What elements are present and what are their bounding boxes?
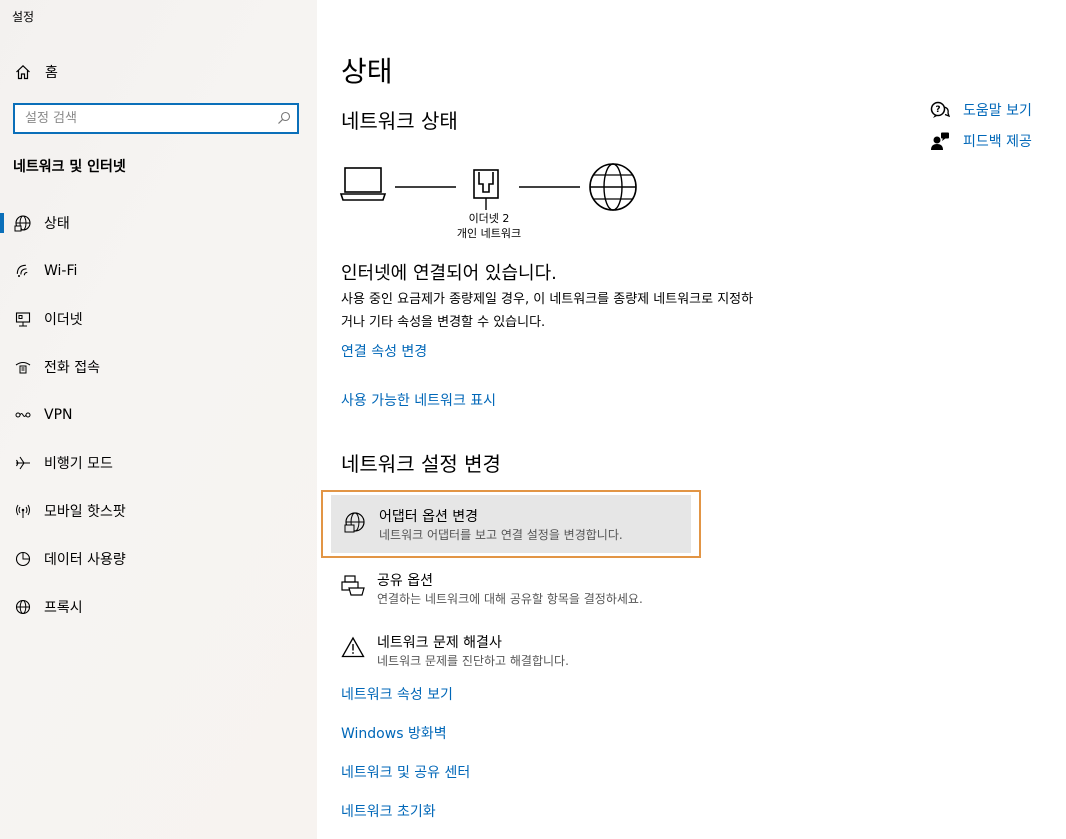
sidebar-item-airplane[interactable]: 비행기 모드 — [0, 445, 317, 481]
section-title: 네트워크 및 인터넷 — [13, 159, 126, 175]
network-reset-link[interactable]: 네트워크 초기화 — [341, 801, 436, 821]
adapter-name: 이더넷 2 — [468, 212, 510, 225]
sidebar-item-label: 데이터 사용량 — [44, 552, 126, 568]
ethernet-icon — [12, 311, 34, 327]
home-icon — [16, 64, 30, 80]
feedback-link[interactable]: 피드백 제공 — [929, 131, 1032, 151]
network-type: 개인 네트워크 — [456, 227, 522, 240]
adapter-options-inner: 어댑터 옵션 변경 네트워크 어댑터를 보고 연결 설정을 변경합니다. — [331, 495, 691, 553]
sidebar-item-proxy[interactable]: 프록시 — [0, 589, 317, 625]
feedback-person-icon — [929, 132, 951, 150]
feedback-link-label: 피드백 제공 — [963, 134, 1032, 150]
metered-description: 사용 중인 요금제가 종량제일 경우, 이 네트워크를 종량제 네트워크로 지정… — [341, 292, 754, 330]
windows-firewall-link[interactable]: Windows 방화벽 — [341, 723, 447, 743]
search-icon[interactable] — [277, 111, 291, 125]
warning-icon — [339, 636, 367, 658]
option-subtitle: 네트워크 어댑터를 보고 연결 설정을 변경합니다. — [379, 528, 623, 542]
change-connection-properties-link[interactable]: 연결 속성 변경 — [341, 341, 427, 361]
page-title: 상태 — [341, 55, 393, 88]
home-label: 홈 — [45, 65, 58, 81]
vpn-icon — [12, 407, 34, 423]
adapter-globe-icon — [341, 511, 369, 533]
home-nav[interactable]: 홈 — [15, 62, 58, 82]
dialup-icon — [12, 359, 34, 375]
globe-status-icon — [12, 214, 34, 232]
help-link-label: 도움말 보기 — [963, 103, 1032, 119]
wifi-icon — [12, 263, 34, 279]
sidebar-item-label: VPN — [44, 407, 73, 423]
main-content: 상태 네트워크 상태 이더넷 2 개인 네트워크 인터넷에 연결되어 있습니다.… — [317, 0, 1066, 839]
sidebar-item-label: 전화 접속 — [44, 360, 100, 376]
sidebar-item-vpn[interactable]: VPN — [0, 397, 317, 433]
adapter-options-button[interactable]: 어댑터 옵션 변경 네트워크 어댑터를 보고 연결 설정을 변경합니다. — [321, 490, 701, 558]
option-subtitle: 연결하는 네트워크에 대해 공유할 항목을 결정하세요. — [377, 592, 643, 606]
option-title: 어댑터 옵션 변경 — [379, 509, 479, 525]
sidebar-item-dialup[interactable]: 전화 접속 — [0, 349, 317, 385]
svg-text:?: ? — [935, 105, 940, 115]
option-title: 공유 옵션 — [377, 573, 433, 589]
sidebar: 설정 홈 네트워크 및 인터넷 상태 Wi-Fi 이더넷 — [0, 0, 317, 839]
sharing-options-button[interactable]: 공유 옵션 연결하는 네트워크에 대해 공유할 항목을 결정하세요. — [329, 560, 699, 620]
sidebar-item-label: 모바일 핫스팟 — [44, 504, 126, 520]
option-subtitle: 네트워크 문제를 진단하고 해결합니다. — [377, 654, 569, 668]
help-link[interactable]: ? 도움말 보기 — [929, 100, 1032, 120]
sidebar-item-label: 비행기 모드 — [44, 456, 113, 472]
sidebar-item-ethernet[interactable]: 이더넷 — [0, 301, 317, 337]
help-chat-icon: ? — [929, 101, 951, 119]
sidebar-item-wifi[interactable]: Wi-Fi — [0, 253, 317, 289]
network-sharing-center-link[interactable]: 네트워크 및 공유 센터 — [341, 762, 470, 782]
sidebar-item-data-usage[interactable]: 데이터 사용량 — [0, 541, 317, 577]
view-network-properties-link[interactable]: 네트워크 속성 보기 — [341, 684, 453, 704]
hotspot-icon — [12, 503, 34, 519]
active-indicator — [0, 213, 4, 233]
sidebar-item-label: 프록시 — [44, 600, 83, 616]
sidebar-item-label: 상태 — [44, 216, 70, 232]
sidebar-item-hotspot[interactable]: 모바일 핫스팟 — [0, 493, 317, 529]
connection-status: 인터넷에 연결되어 있습니다. — [341, 263, 557, 284]
show-available-networks-link[interactable]: 사용 가능한 네트워크 표시 — [341, 390, 496, 410]
sidebar-item-label: Wi-Fi — [44, 263, 78, 279]
sharing-icon — [339, 574, 367, 596]
airplane-icon — [12, 455, 34, 471]
laptop-icon — [339, 167, 387, 201]
change-settings-heading: 네트워크 설정 변경 — [341, 452, 501, 476]
sidebar-item-status[interactable]: 상태 — [0, 205, 317, 241]
search-input[interactable] — [15, 105, 275, 132]
network-troubleshooter-button[interactable]: 네트워크 문제 해결사 네트워크 문제를 진단하고 해결합니다. — [329, 622, 699, 682]
data-usage-icon — [12, 551, 34, 567]
search-box[interactable] — [13, 103, 299, 134]
internet-globe-icon — [589, 163, 637, 211]
proxy-globe-icon — [12, 599, 34, 615]
sidebar-item-label: 이더넷 — [44, 312, 83, 328]
adapter-label: 이더넷 2 개인 네트워크 — [437, 211, 541, 241]
ethernet-adapter-icon — [473, 169, 499, 210]
app-title: 설정 — [12, 10, 35, 24]
option-title: 네트워크 문제 해결사 — [377, 635, 502, 651]
network-status-heading: 네트워크 상태 — [341, 109, 458, 133]
